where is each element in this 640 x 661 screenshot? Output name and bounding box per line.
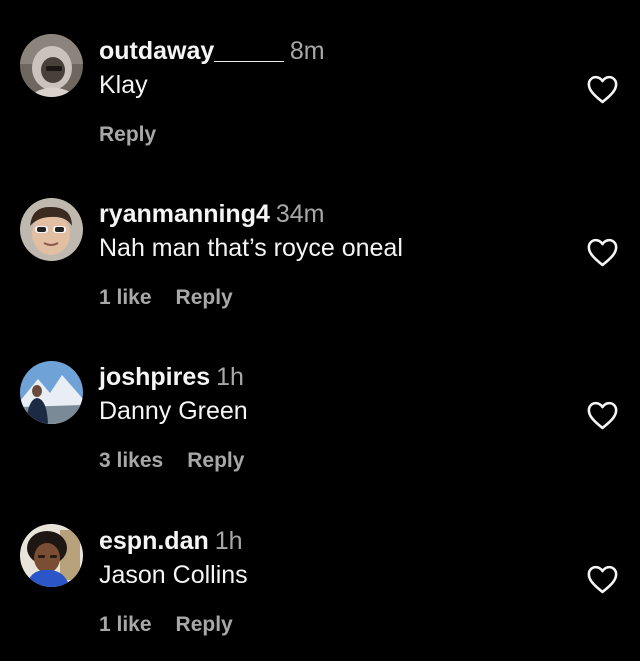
likes-count[interactable]: 1 like — [99, 613, 152, 636]
comment-item: espn.dan 1h Jason Collins 1 like Reply — [0, 490, 640, 640]
comment-actions: 1 like Reply — [99, 285, 233, 311]
comment-text: Nah man that’s royce oneal — [99, 234, 403, 262]
comment-time: 8m — [289, 37, 325, 65]
comment-item: ryanmanning4 34m Nah man that’s royce one… — [0, 163, 640, 313]
avatar-hooded-person-icon — [20, 34, 83, 97]
comment-item: joshpires 1h Danny Green 3 likes Reply — [0, 326, 640, 476]
likes-count[interactable]: 1 like — [99, 286, 152, 309]
comment-time: 1h — [216, 363, 244, 391]
heart-outline-icon[interactable] — [586, 74, 619, 104]
username-link[interactable]: ryanmanning4 — [99, 200, 270, 228]
avatar-curly-hair-person-icon — [20, 524, 83, 587]
username-link[interactable]: outdaway_____ — [99, 37, 284, 65]
reply-button[interactable]: Reply — [99, 123, 156, 146]
heart-outline-icon[interactable] — [586, 237, 619, 267]
comment-actions: 1 like Reply — [99, 612, 233, 638]
reply-button[interactable]: Reply — [176, 613, 233, 636]
comment-header: outdaway_____ 8m — [99, 36, 325, 66]
comment-header: joshpires 1h — [99, 362, 244, 392]
comment-header: espn.dan 1h — [99, 526, 243, 556]
comment-text: Danny Green — [99, 397, 248, 425]
avatar[interactable] — [20, 524, 83, 587]
avatar[interactable] — [20, 198, 83, 261]
heart-outline-icon[interactable] — [586, 400, 619, 430]
username-link[interactable]: joshpires — [99, 363, 210, 391]
avatar[interactable] — [20, 361, 83, 424]
username-link[interactable]: espn.dan — [99, 527, 209, 555]
comment-text: Jason Collins — [99, 561, 248, 589]
reply-button[interactable]: Reply — [176, 286, 233, 309]
avatar[interactable] — [20, 34, 83, 97]
comment-actions: Reply — [99, 122, 156, 148]
avatar-sunglasses-person-icon — [20, 198, 83, 261]
comment-item: outdaway_____ 8m Klay Reply — [0, 0, 640, 150]
heart-outline-icon[interactable] — [586, 564, 619, 594]
comment-header: ryanmanning4 34m — [99, 199, 325, 229]
avatar-mountain-person-icon — [20, 361, 83, 424]
reply-button[interactable]: Reply — [187, 449, 244, 472]
comment-time: 34m — [275, 200, 325, 228]
comment-actions: 3 likes Reply — [99, 448, 244, 474]
comment-time: 1h — [214, 527, 243, 555]
comment-text: Klay — [99, 71, 148, 99]
likes-count[interactable]: 3 likes — [99, 449, 163, 472]
